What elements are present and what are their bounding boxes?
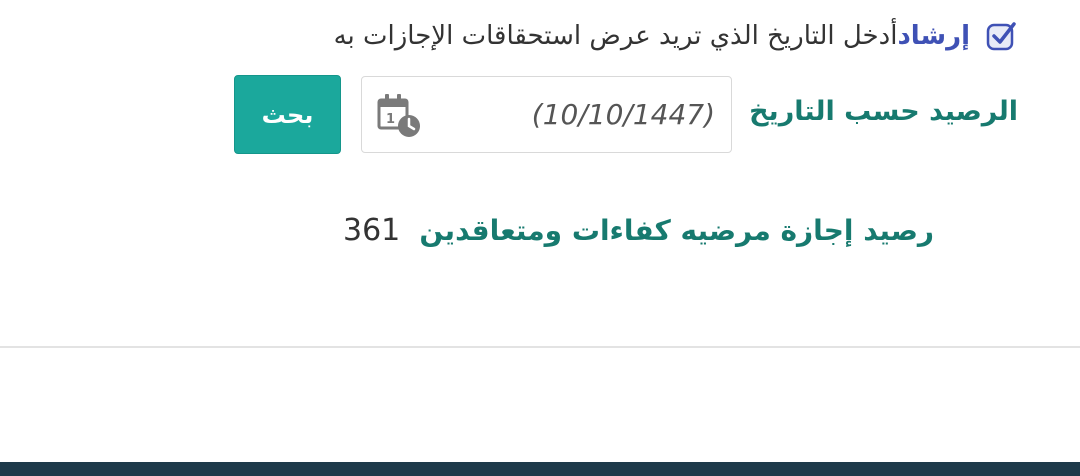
- svg-text:1: 1: [386, 112, 395, 127]
- sick-leave-balance-value: 361: [343, 213, 401, 248]
- date-value[interactable]: (10/10/1447): [532, 77, 715, 152]
- search-button[interactable]: بحث: [234, 75, 341, 154]
- footer-bar: [0, 462, 1080, 476]
- date-input[interactable]: (10/10/1447) 1: [361, 76, 732, 153]
- balance-by-date-label: الرصيد حسب التاريخ: [749, 96, 1018, 127]
- sick-leave-balance-label: رصيد إجازة مرضيه كفاءات ومتعاقدين: [419, 214, 934, 247]
- divider: [0, 346, 1080, 348]
- calendar-clock-icon[interactable]: 1: [376, 91, 424, 139]
- hint-text: أدخل التاريخ الذي تريد عرض استحقاقات الإ…: [333, 21, 898, 51]
- check-square-icon: [982, 17, 1020, 55]
- hint-label: إرشاد: [897, 21, 970, 51]
- hint-row: إرشاد أدخل التاريخ الذي تريد عرض استحقاقا…: [334, 14, 1020, 58]
